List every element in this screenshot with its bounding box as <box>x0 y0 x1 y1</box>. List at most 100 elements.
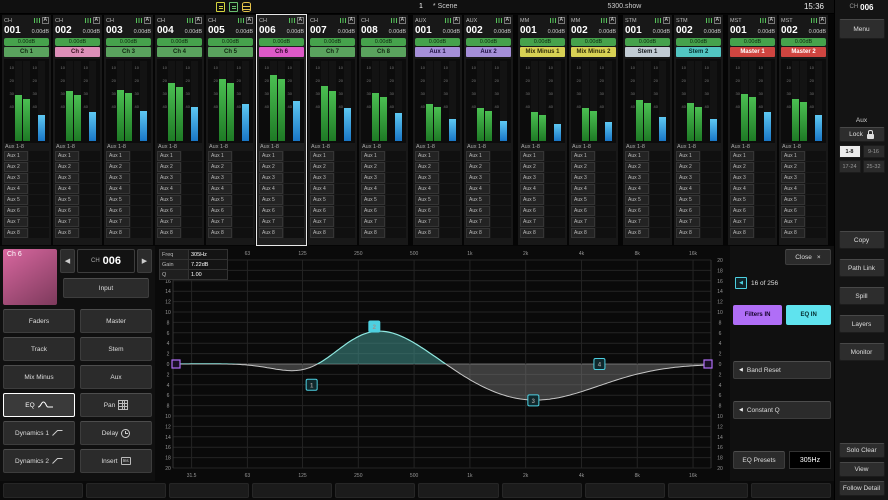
aux-send-row[interactable]: Aux 2 <box>571 162 616 172</box>
filters-in-button[interactable]: Filters IN <box>733 305 782 325</box>
strip-stm-002[interactable]: STMA0020.00dB0.00dBStem 2102030401020304… <box>674 15 723 245</box>
aux-send-row[interactable]: Aux 3 <box>106 173 151 183</box>
aux-send-row[interactable]: Aux 2 <box>310 162 355 172</box>
aux-send-row[interactable]: Aux 7 <box>520 217 565 227</box>
aux-send-row[interactable]: Aux 8 <box>625 228 670 238</box>
fader-level-pill[interactable]: 0.00dB <box>415 38 460 46</box>
strip-ch-004[interactable]: CHA0040.00dB0.00dBCh 41020304010203040Au… <box>155 15 204 245</box>
aux-send-row[interactable]: Aux 8 <box>259 228 304 238</box>
aux-send-row[interactable]: Aux 6 <box>520 206 565 216</box>
aux-send-row[interactable]: Aux 2 <box>625 162 670 172</box>
detail-tab-delay[interactable]: Delay <box>80 421 152 445</box>
layer-bank-25-32[interactable]: 25-32 <box>863 160 885 173</box>
aux-send-row[interactable]: Aux 2 <box>415 162 460 172</box>
aux-send-row[interactable]: Aux 1 <box>4 151 49 161</box>
aux-send-row[interactable]: Aux 1 <box>157 151 202 161</box>
aux-send-row[interactable]: Aux 3 <box>4 173 49 183</box>
detail-tab-stem[interactable]: Stem <box>80 337 152 361</box>
aux-send-row[interactable]: Aux 3 <box>466 173 511 183</box>
aux-send-row[interactable]: Aux 4 <box>106 184 151 194</box>
aux-send-row[interactable]: Aux 6 <box>466 206 511 216</box>
aux-send-row[interactable]: Aux 2 <box>55 162 100 172</box>
aux-send-row[interactable]: Aux 2 <box>730 162 775 172</box>
aux-send-row[interactable]: Aux 7 <box>55 217 100 227</box>
aux-send-row[interactable]: Aux 6 <box>676 206 721 216</box>
aux-send-row[interactable]: Aux 4 <box>157 184 202 194</box>
aux-send-row[interactable]: Aux 6 <box>571 206 616 216</box>
strip-ch-001[interactable]: CHA0010.00dB0.00dBCh 11020304010203040Au… <box>2 15 51 245</box>
memory-stack-icon[interactable] <box>242 2 251 12</box>
aux-send-row[interactable]: Aux 5 <box>466 195 511 205</box>
layers-button[interactable]: Layers <box>839 315 885 333</box>
aux-send-row[interactable]: Aux 5 <box>157 195 202 205</box>
fader-level-pill[interactable]: 0.00dB <box>4 38 49 46</box>
aux-send-row[interactable]: Aux 5 <box>4 195 49 205</box>
aux-send-row[interactable]: Aux 3 <box>520 173 565 183</box>
path-link-button[interactable]: Path Link <box>839 259 885 277</box>
aux-send-row[interactable]: Aux 4 <box>466 184 511 194</box>
aux-send-row[interactable]: Aux 5 <box>781 195 826 205</box>
lock-button[interactable]: Lock <box>839 127 885 142</box>
aux-send-row[interactable]: Aux 2 <box>781 162 826 172</box>
eq-band-handle-3[interactable]: 3 <box>528 395 539 406</box>
aux-send-row[interactable]: Aux 2 <box>361 162 406 172</box>
detail-tab-insert[interactable]: InsertIns <box>80 449 152 473</box>
channel-color-block[interactable]: Ch 6 <box>3 249 57 305</box>
aux-send-row[interactable]: Aux 8 <box>781 228 826 238</box>
aux-send-row[interactable]: Aux 1 <box>208 151 253 161</box>
next-path-button[interactable]: ▶ <box>137 249 152 273</box>
aux-send-row[interactable]: Aux 8 <box>157 228 202 238</box>
strip-ch-005[interactable]: CHA0050.00dB0.00dBCh 51020304010203040Au… <box>206 15 255 245</box>
detail-tab-dynamics-1[interactable]: Dynamics 1 <box>3 421 75 445</box>
fader-level-pill[interactable]: 0.00dB <box>466 38 511 46</box>
prev-path-button[interactable]: ◀ <box>60 249 75 273</box>
aux-send-row[interactable]: Aux 4 <box>415 184 460 194</box>
aux-send-row[interactable]: Aux 3 <box>310 173 355 183</box>
aux-send-row[interactable]: Aux 7 <box>259 217 304 227</box>
detail-tab-master[interactable]: Master <box>80 309 152 333</box>
aux-send-row[interactable]: Aux 3 <box>781 173 826 183</box>
aux-send-row[interactable]: Aux 2 <box>208 162 253 172</box>
aux-send-row[interactable]: Aux 8 <box>106 228 151 238</box>
fader-level-pill[interactable]: 0.00dB <box>157 38 202 46</box>
eq-band-handle-1[interactable]: 1 <box>306 379 317 390</box>
strip-ch-003[interactable]: CHA0030.00dB0.00dBCh 31020304010203040Au… <box>104 15 153 245</box>
aux-send-row[interactable]: Aux 5 <box>415 195 460 205</box>
view-button[interactable]: View <box>839 462 885 477</box>
bottom-bar-slot[interactable] <box>502 483 582 498</box>
aux-send-row[interactable]: Aux 8 <box>208 228 253 238</box>
bottom-bar-slot[interactable] <box>335 483 415 498</box>
aux-send-row[interactable]: Aux 4 <box>55 184 100 194</box>
strip-mst-001[interactable]: MSTA0010.00dB0.00dBMaster 11020304010203… <box>728 15 777 245</box>
eq-plot[interactable]: 2020181816161414121210108866442200224466… <box>155 246 730 481</box>
fader-level-pill[interactable]: 0.00dB <box>55 38 100 46</box>
freq-readout-box[interactable]: 305Hz <box>789 451 831 469</box>
detail-tab-dynamics-2[interactable]: Dynamics 2 <box>3 449 75 473</box>
aux-send-row[interactable]: Aux 6 <box>730 206 775 216</box>
aux-send-row[interactable]: Aux 4 <box>4 184 49 194</box>
aux-send-row[interactable]: Aux 4 <box>361 184 406 194</box>
aux-send-row[interactable]: Aux 6 <box>415 206 460 216</box>
follow-detail-button[interactable]: Follow Detail <box>839 481 885 496</box>
aux-send-row[interactable]: Aux 3 <box>361 173 406 183</box>
aux-send-row[interactable]: Aux 6 <box>55 206 100 216</box>
bottom-bar-slot[interactable] <box>86 483 166 498</box>
aux-send-row[interactable]: Aux 7 <box>415 217 460 227</box>
fader-level-pill[interactable]: 0.00dB <box>208 38 253 46</box>
lf-filter-handle[interactable] <box>172 360 180 368</box>
aux-send-row[interactable]: Aux 8 <box>571 228 616 238</box>
aux-send-row[interactable]: Aux 2 <box>157 162 202 172</box>
aux-send-row[interactable]: Aux 5 <box>310 195 355 205</box>
strip-mm-002[interactable]: MMA0020.00dB0.00dBMix Minus 210203040102… <box>569 15 618 245</box>
aux-send-row[interactable]: Aux 6 <box>106 206 151 216</box>
aux-send-row[interactable]: Aux 7 <box>208 217 253 227</box>
eq-in-button[interactable]: EQ IN <box>786 305 831 325</box>
aux-send-row[interactable]: Aux 2 <box>676 162 721 172</box>
bottom-bar-slot[interactable] <box>751 483 831 498</box>
aux-send-row[interactable]: Aux 4 <box>676 184 721 194</box>
detail-tab-track[interactable]: Track <box>3 337 75 361</box>
aux-send-row[interactable]: Aux 1 <box>571 151 616 161</box>
aux-send-row[interactable]: Aux 6 <box>781 206 826 216</box>
bottom-bar-slot[interactable] <box>418 483 498 498</box>
aux-send-row[interactable]: Aux 5 <box>625 195 670 205</box>
